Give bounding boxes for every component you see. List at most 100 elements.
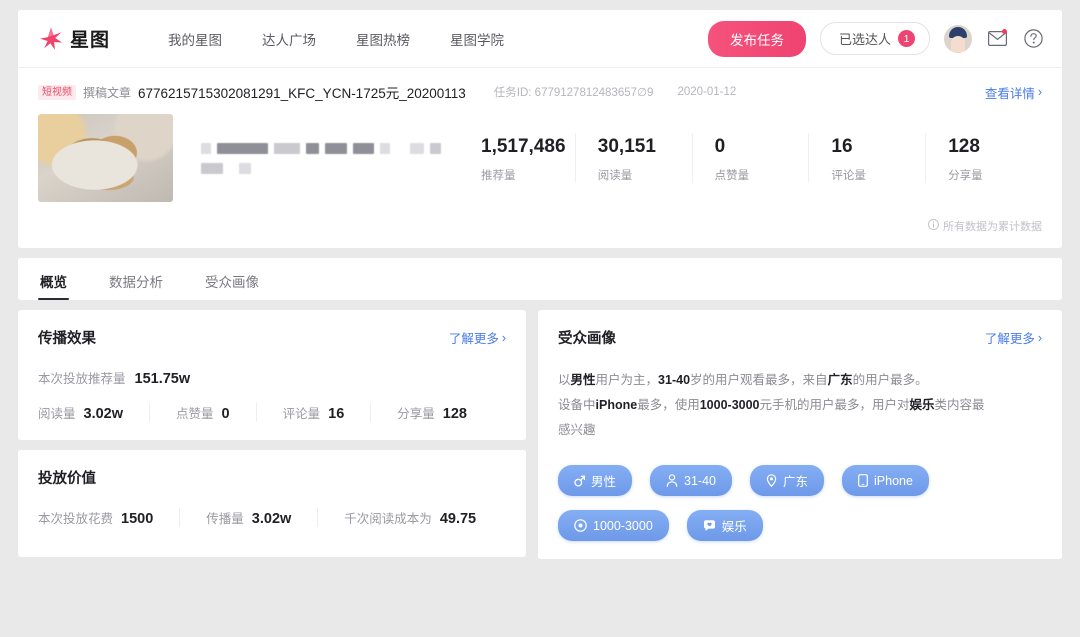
chip-label: iPhone (874, 474, 913, 488)
nav-item-hot-list[interactable]: 星图热榜 (356, 29, 410, 49)
help-icon[interactable] (1022, 28, 1044, 50)
desc-text: 用户对 (872, 398, 910, 412)
lower-section: 传播效果 了解更多 › 本次投放推荐量 151.75w 阅读量 3.02w (18, 310, 1062, 559)
tab-data-analysis[interactable]: 数据分析 (107, 271, 165, 300)
content-thumbnail[interactable] (38, 114, 173, 202)
spread-effect-header: 传播效果 了解更多 › (38, 327, 506, 348)
redacted-block (353, 143, 375, 154)
chip-label: 男性 (591, 471, 616, 490)
metric-comment: 评论量 16 (283, 403, 372, 422)
stat-value: 16 (831, 133, 925, 162)
chevron-right-icon: › (1038, 331, 1042, 345)
audience-profile-header: 受众画像 了解更多 › (558, 327, 1042, 348)
nav-item-creator-plaza[interactable]: 达人广场 (262, 29, 316, 49)
metric-value: 3.02w (252, 511, 292, 527)
redacted-block (325, 143, 347, 154)
selected-creators-button[interactable]: 已选达人 1 (820, 22, 930, 55)
view-detail-link[interactable]: 查看详情 › (985, 83, 1042, 102)
panel-title: 受众画像 (558, 327, 616, 348)
redacted-block (430, 143, 441, 154)
chip-label: 广东 (783, 471, 808, 490)
mail-icon[interactable] (986, 28, 1008, 50)
tab-audience-profile[interactable]: 受众画像 (203, 271, 261, 300)
redacted-block (306, 143, 319, 154)
metric-value: 3.02w (84, 406, 124, 422)
desc-text: 的用户最多。 (853, 373, 928, 387)
desc-text: 以 (558, 373, 571, 387)
stat-read: 30,151 阅读量 (575, 133, 692, 183)
metric-value: 0 (222, 406, 230, 422)
stat-value: 1,517,486 (481, 133, 575, 162)
desc-text: 元手机的用户最多， (760, 398, 873, 412)
avatar[interactable] (944, 25, 972, 53)
chip-price-range[interactable]: 1000-3000 (558, 510, 669, 541)
content-kind-label: 撰稿文章 (83, 84, 131, 101)
nav-item-academy[interactable]: 星图学院 (450, 29, 504, 49)
metric-label: 阅读量 (38, 403, 76, 422)
person-icon (666, 474, 678, 487)
chip-interest[interactable]: 娱乐 (687, 510, 763, 541)
spread-metrics-row: 阅读量 3.02w 点赞量 0 评论量 16 分享量 128 (38, 403, 506, 422)
redacted-block (410, 143, 424, 154)
stat-label: 评论量 (831, 167, 925, 183)
chip-gender[interactable]: 男性 (558, 465, 632, 496)
task-title: 6776215715302081291_KFC_YCN-1725元_202001… (138, 82, 466, 102)
redacted-block (380, 143, 390, 154)
metric-spend: 本次投放花费 1500 (38, 508, 180, 527)
desc-text: 设备中 (558, 398, 596, 412)
spread-learn-more-link[interactable]: 了解更多 › (449, 328, 506, 347)
panel-title: 投放价值 (38, 467, 96, 488)
stat-value: 128 (948, 133, 1042, 162)
chip-region[interactable]: 广东 (750, 465, 824, 496)
desc-text: 最多， (637, 398, 675, 412)
tab-overview[interactable]: 概览 (38, 271, 69, 300)
header-actions: 发布任务 已选达人 1 (708, 21, 1044, 57)
content-type-tag: 短视频 (38, 85, 76, 100)
redacted-block (201, 143, 211, 154)
desc-text: 使用 (675, 398, 700, 412)
left-column: 传播效果 了解更多 › 本次投放推荐量 151.75w 阅读量 3.02w (18, 310, 526, 559)
audience-learn-more-link[interactable]: 了解更多 › (985, 328, 1042, 347)
metric-value: 151.75w (135, 371, 191, 387)
chip-label: 娱乐 (722, 516, 747, 535)
desc-emphasis-interest: 娱乐 (910, 398, 935, 412)
stat-label: 点赞量 (715, 167, 809, 183)
desc-emphasis-age: 31-40 (658, 373, 690, 387)
tab-bar: 概览 数据分析 受众画像 (18, 258, 1062, 300)
logo[interactable]: 星图 (38, 25, 110, 52)
metric-label: 传播量 (206, 508, 244, 527)
redacted-block (239, 163, 251, 174)
logo-text: 星图 (70, 25, 110, 52)
selected-creators-label: 已选达人 (839, 29, 891, 48)
desc-emphasis-device: iPhone (596, 398, 638, 412)
publish-task-button[interactable]: 发布任务 (708, 21, 806, 57)
right-column: 受众画像 了解更多 › 以男性用户为主，31-40岁的用户观看最多，来自广东的用… (538, 310, 1062, 559)
info-circle-icon (928, 219, 939, 233)
task-id: 任务ID: 6779127812483657∅9 (494, 84, 654, 100)
desc-emphasis-price: 1000-3000 (700, 398, 760, 412)
stat-value: 0 (715, 133, 809, 162)
desc-text: 岁的用户观看最多， (690, 373, 803, 387)
audience-chip-list: 男性 31-40 广东 (558, 465, 1042, 541)
stat-like: 0 点赞量 (692, 133, 809, 183)
price-circle-icon (574, 519, 587, 532)
task-info-header: 短视频 撰稿文章 6776215715302081291_KFC_YCN-172… (38, 68, 1042, 114)
redacted-title-block (201, 143, 441, 174)
nav-item-my-xingtu[interactable]: 我的星图 (168, 29, 222, 49)
learn-more-label: 了解更多 (985, 328, 1035, 347)
star-burst-logo-icon (38, 26, 64, 52)
chip-device[interactable]: iPhone (842, 465, 929, 496)
delivery-value-panel: 投放价值 本次投放花费 1500 传播量 3.02w 千次阅读成本为 49.75 (18, 450, 526, 557)
redacted-line (201, 143, 441, 154)
app-header: 星图 我的星图 达人广场 星图热榜 星图学院 发布任务 已选达人 1 (18, 10, 1062, 68)
stat-value: 30,151 (598, 133, 692, 162)
chip-age[interactable]: 31-40 (650, 465, 732, 496)
metric-label: 本次投放推荐量 (38, 368, 126, 387)
chip-label: 1000-3000 (593, 519, 653, 533)
metric-label: 千次阅读成本为 (344, 508, 432, 527)
learn-more-label: 了解更多 (449, 328, 499, 347)
chevron-right-icon: › (502, 331, 506, 345)
view-detail-label: 查看详情 (985, 83, 1035, 102)
stats-row: 1,517,486 推荐量 30,151 阅读量 0 点赞量 16 评论量 12… (471, 133, 1042, 183)
desc-emphasis-gender: 男性 (571, 373, 596, 387)
